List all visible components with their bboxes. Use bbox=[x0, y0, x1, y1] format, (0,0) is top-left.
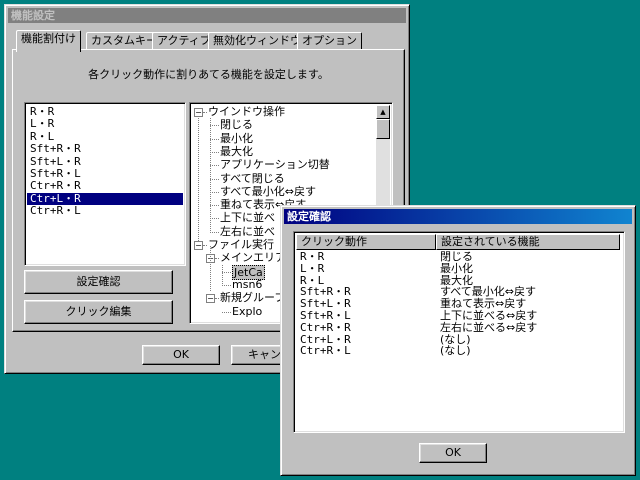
tree-item[interactable]: msn6 bbox=[232, 278, 262, 291]
tree-connector bbox=[222, 284, 231, 286]
tree-connector bbox=[210, 218, 219, 220]
tree-connector bbox=[210, 138, 219, 140]
tree-item[interactable]: すべて最小化⇔戻す bbox=[220, 185, 316, 198]
click-cell: Ctr+R・R bbox=[300, 320, 351, 334]
tree-connector bbox=[203, 112, 207, 113]
tab-label: 無効化ウィンドウ bbox=[213, 34, 301, 47]
confirm-ok-button[interactable]: OK bbox=[419, 443, 487, 463]
click-action-list[interactable]: R・R L・R R・L Sft+R・R Sft+L・R Sft+R・L Ctr+R・R Ctr… bbox=[24, 102, 186, 266]
confirm-window: 設定確認 クリック動作 設定されている機能 R・R 閉じる L・R 最小化 R・L 最大化… bbox=[280, 205, 636, 476]
tree-item[interactable]: 最大化 bbox=[220, 145, 253, 158]
tree-item[interactable]: 最小化 bbox=[220, 132, 253, 145]
tab-active[interactable]: アクティブ bbox=[152, 32, 216, 50]
list-item[interactable]: L・R bbox=[27, 117, 183, 130]
tree-connector bbox=[222, 264, 223, 286]
tree-expand-toggle[interactable]: − bbox=[194, 241, 203, 250]
tree-connector bbox=[210, 125, 219, 127]
tree-node-file-exec[interactable]: ファイル実行 bbox=[208, 238, 274, 251]
click-edit-button[interactable]: クリック編集 bbox=[24, 300, 173, 324]
list-item[interactable]: Ctr+R・R bbox=[27, 179, 183, 192]
click-cell: L・R bbox=[300, 261, 325, 275]
tree-connector bbox=[203, 245, 207, 246]
function-cell: 左右に並べる⇔戻す bbox=[440, 320, 538, 334]
tree-connector bbox=[222, 271, 231, 273]
tree-node-new-group[interactable]: 新規グループ bbox=[220, 291, 285, 304]
tree-connector bbox=[210, 205, 219, 207]
main-window-titlebar[interactable]: 機能設定 bbox=[8, 8, 406, 23]
function-cell: 最小化 bbox=[440, 261, 473, 275]
confirm-window-title: 設定確認 bbox=[287, 210, 331, 223]
tree-connector bbox=[210, 231, 219, 233]
column-header-label: クリック動作 bbox=[301, 235, 367, 248]
confirm-ok-label: OK bbox=[445, 446, 461, 459]
tab-label: オプション bbox=[302, 34, 357, 47]
column-header-click[interactable]: クリック動作 bbox=[296, 234, 436, 250]
tree-item[interactable]: 閉じる bbox=[220, 118, 253, 131]
description-text: 各クリック動作に割りあてる機能を設定します。 bbox=[88, 68, 329, 81]
tab-label: 機能割付け bbox=[21, 32, 76, 45]
tree-item[interactable]: すべて閉じる bbox=[220, 172, 285, 185]
tree-item[interactable]: 左右に並べ bbox=[220, 225, 275, 238]
confirm-settings-button[interactable]: 設定確認 bbox=[24, 270, 173, 294]
list-item[interactable]: Ctr+R・L bbox=[27, 204, 183, 217]
confirm-window-titlebar[interactable]: 設定確認 bbox=[284, 209, 632, 224]
tree-connector bbox=[210, 191, 219, 193]
column-header-label: 設定されている機能 bbox=[441, 235, 540, 248]
tree-connector bbox=[210, 245, 211, 292]
tree-node-window-ops[interactable]: ウインドウ操作 bbox=[208, 105, 285, 118]
tree-connector bbox=[210, 151, 219, 153]
table-row[interactable]: Ctr+R・L (なし) bbox=[297, 345, 621, 357]
scroll-thumb[interactable] bbox=[376, 119, 390, 139]
tree-connector bbox=[215, 258, 219, 260]
click-cell: Ctr+R・L bbox=[300, 344, 351, 358]
tree-connector bbox=[210, 165, 219, 167]
tree-connector bbox=[210, 118, 211, 233]
tree-node-main-area[interactable]: メインエリア bbox=[220, 251, 286, 264]
settings-table[interactable]: クリック動作 設定されている機能 R・R 閉じる L・R 最小化 R・L 最大化 Sft+R… bbox=[293, 231, 625, 433]
tab-label: アクティブ bbox=[157, 34, 211, 47]
tab-custom-key[interactable]: カスタムキー bbox=[86, 32, 162, 50]
tree-expand-toggle[interactable]: − bbox=[206, 294, 215, 304]
tree-connector bbox=[198, 116, 199, 249]
confirm-settings-label: 設定確認 bbox=[76, 275, 121, 288]
tab-label: カスタムキー bbox=[91, 34, 157, 47]
click-edit-label: クリック編集 bbox=[65, 305, 132, 318]
column-header-function[interactable]: 設定されている機能 bbox=[436, 234, 620, 250]
tree-connector bbox=[215, 298, 219, 300]
tree-item[interactable]: アプリケーション切替 bbox=[220, 158, 330, 171]
tab-option[interactable]: オプション bbox=[297, 32, 362, 50]
table-row[interactable]: Ctr+R・R 左右に並べる⇔戻す bbox=[297, 320, 621, 334]
main-window-title: 機能設定 bbox=[11, 9, 55, 22]
tab-disabled-window[interactable]: 無効化ウィンドウ bbox=[208, 32, 306, 50]
tree-connector bbox=[222, 311, 231, 313]
tree-item[interactable]: 上下に並べ bbox=[220, 211, 275, 224]
table-row[interactable]: L・R 最小化 bbox=[297, 261, 621, 275]
main-ok-button[interactable]: OK bbox=[142, 345, 220, 365]
function-cell: (なし) bbox=[440, 344, 471, 358]
tab-function-assign[interactable]: 機能割付け bbox=[16, 30, 81, 52]
scroll-up-button[interactable]: ▲ bbox=[376, 105, 390, 119]
tree-connector bbox=[210, 178, 219, 180]
list-item[interactable]: Sft+R・R bbox=[27, 142, 183, 155]
tree-item[interactable]: Explo bbox=[232, 305, 262, 318]
main-ok-label: OK bbox=[173, 348, 189, 361]
